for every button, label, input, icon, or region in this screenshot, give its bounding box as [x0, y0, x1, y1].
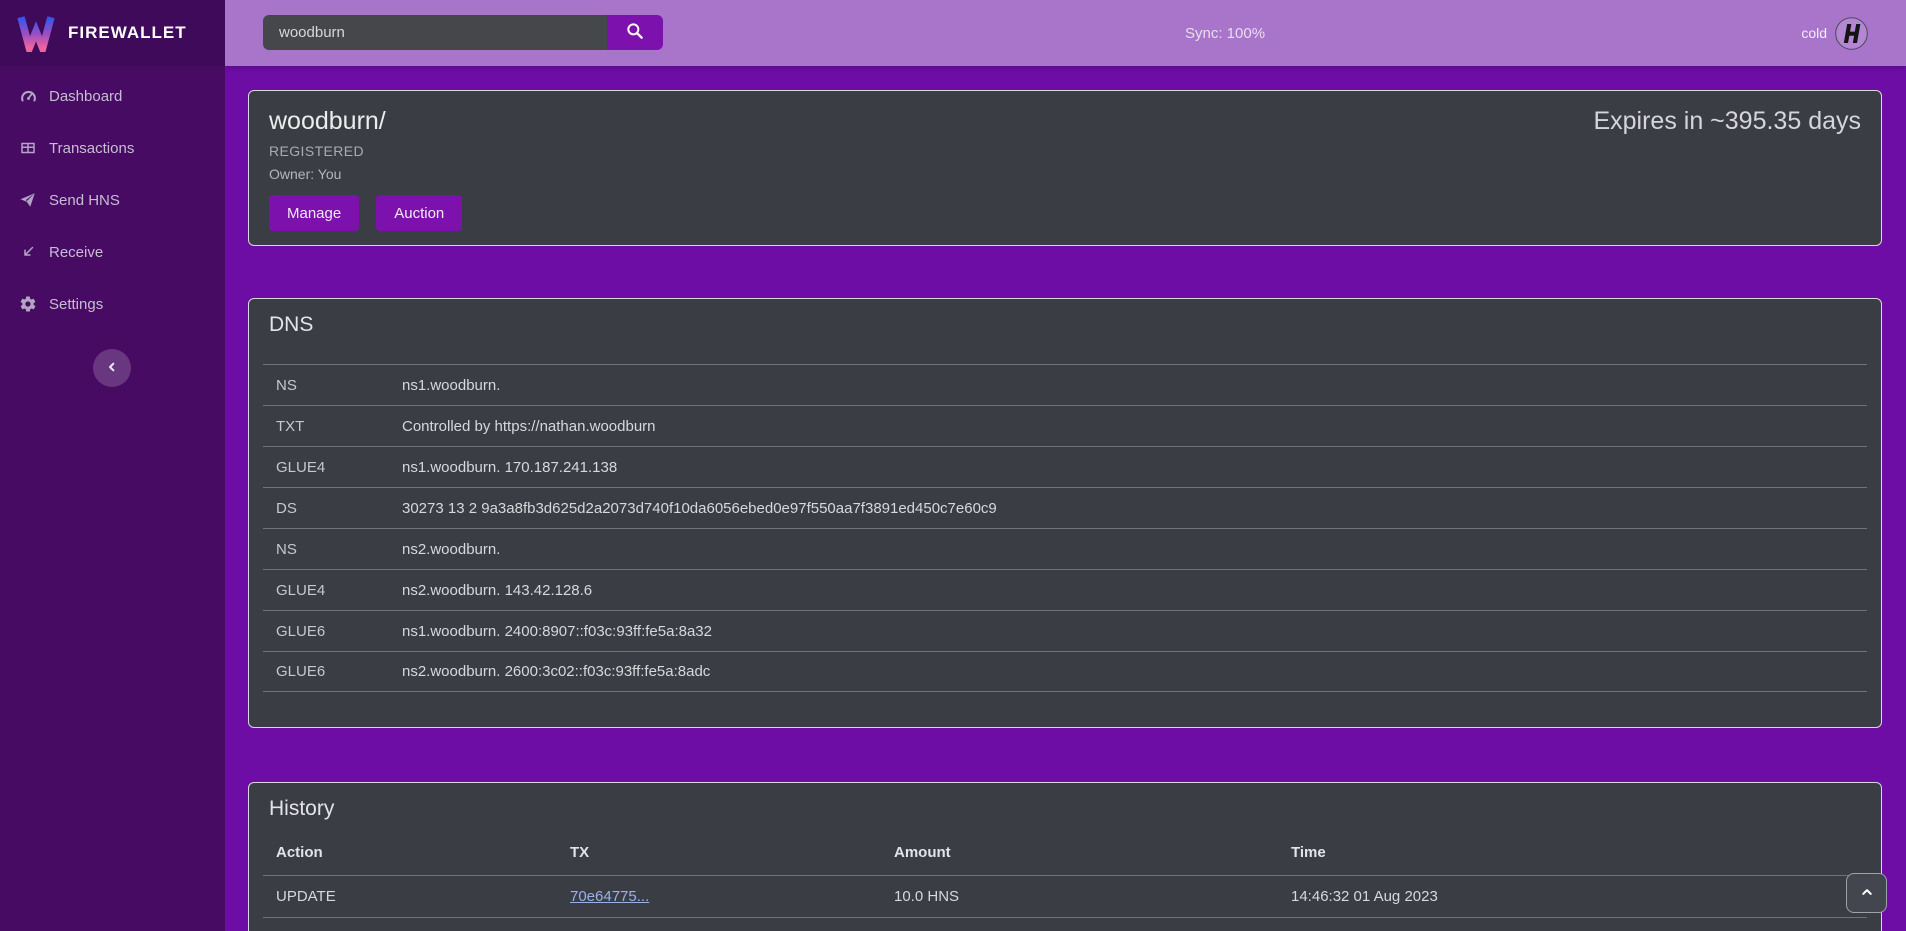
search-icon	[625, 21, 645, 44]
dns-record-value: ns1.woodburn. 170.187.241.138	[402, 459, 617, 476]
dns-record-row: GLUE6 ns2.woodburn. 2600:3c02::f03c:93ff…	[263, 651, 1867, 692]
history-row: RENEW d7b4f6c2... 10.0 HNS 15:47:36 07 J…	[263, 917, 1867, 931]
dns-record-row: GLUE6 ns1.woodburn. 2400:8907::f03c:93ff…	[263, 610, 1867, 651]
dns-record-value: ns2.woodburn. 143.42.128.6	[402, 582, 592, 599]
scroll-to-top-button[interactable]	[1846, 873, 1887, 913]
search-button[interactable]	[607, 15, 663, 50]
domain-owner: Owner: You	[269, 166, 1861, 182]
column-header-amount: Amount	[894, 844, 1291, 861]
sidebar-item-transactions[interactable]: Transactions	[0, 122, 225, 174]
dns-record-row: GLUE4 ns2.woodburn. 143.42.128.6	[263, 569, 1867, 610]
column-header-tx: TX	[570, 844, 894, 861]
sidebar-item-dashboard[interactable]: Dashboard	[0, 70, 225, 122]
dns-table: NS ns1.woodburn. TXT Controlled by https…	[263, 364, 1867, 692]
history-card: History Action TX Amount Time UPDATE 70e…	[248, 782, 1882, 931]
dns-card: DNS NS ns1.woodburn. TXT Controlled by h…	[248, 298, 1882, 728]
dns-record-type: GLUE4	[263, 459, 402, 476]
history-time: 14:46:32 01 Aug 2023	[1291, 888, 1867, 905]
domain-actions: Manage Auction	[269, 195, 1861, 231]
dns-record-value: ns2.woodburn. 2600:3c02::f03c:93ff:fe5a:…	[402, 663, 710, 680]
search-input[interactable]	[263, 15, 607, 50]
column-header-action: Action	[263, 844, 570, 861]
manage-button[interactable]: Manage	[269, 195, 359, 231]
chevron-left-icon	[104, 359, 120, 378]
sidebar-item-label: Settings	[49, 296, 103, 313]
dns-record-value: ns1.woodburn.	[402, 377, 500, 394]
chevron-up-icon	[1858, 883, 1876, 904]
sidebar: FIREWALLET Dashboard	[0, 0, 225, 931]
receive-arrow-icon	[18, 242, 38, 262]
history-table-header: Action TX Amount Time	[263, 829, 1867, 875]
transactions-table-icon	[18, 138, 38, 158]
sidebar-item-label: Dashboard	[49, 88, 122, 105]
dns-record-value: ns1.woodburn. 2400:8907::f03c:93ff:fe5a:…	[402, 623, 712, 640]
dns-record-row: NS ns1.woodburn.	[263, 364, 1867, 405]
dns-record-row: TXT Controlled by https://nathan.woodbur…	[263, 405, 1867, 446]
domain-card: woodburn/ Expires in ~395.35 days REGIST…	[248, 90, 1882, 246]
dns-record-type: GLUE6	[263, 663, 402, 680]
dns-record-type: GLUE6	[263, 623, 402, 640]
handshake-logo-icon	[1835, 17, 1868, 50]
dns-record-type: GLUE4	[263, 582, 402, 599]
sidebar-item-label: Send HNS	[49, 192, 120, 209]
brand-name: FIREWALLET	[68, 23, 187, 43]
auction-button[interactable]: Auction	[376, 195, 462, 231]
dns-record-type: TXT	[263, 418, 402, 435]
brand[interactable]: FIREWALLET	[0, 0, 225, 66]
history-table: Action TX Amount Time UPDATE 70e64775...…	[263, 829, 1867, 931]
dns-record-type: DS	[263, 500, 402, 517]
dns-record-row: NS ns2.woodburn.	[263, 528, 1867, 569]
sidebar-item-send-hns[interactable]: Send HNS	[0, 174, 225, 226]
tx-link[interactable]: 70e64775...	[570, 888, 649, 905]
sidebar-item-label: Transactions	[49, 140, 134, 157]
sidebar-item-receive[interactable]: Receive	[0, 226, 225, 278]
wallet-name: cold	[1801, 25, 1827, 41]
dashboard-gauge-icon	[18, 86, 38, 106]
sidebar-item-settings[interactable]: Settings	[0, 278, 225, 330]
search-box	[263, 15, 663, 50]
app-window: FIREWALLET Dashboard	[0, 0, 1906, 931]
dns-record-type: NS	[263, 541, 402, 558]
history-amount: 10.0 HNS	[894, 888, 1291, 905]
domain-status: REGISTERED	[269, 143, 1861, 159]
dns-record-row: GLUE4 ns1.woodburn. 170.187.241.138	[263, 446, 1867, 487]
sidebar-item-label: Receive	[49, 244, 103, 261]
dns-section-title: DNS	[249, 299, 1881, 337]
sync-status: Sync: 100%	[1185, 0, 1265, 66]
column-header-time: Time	[1291, 844, 1867, 861]
sidebar-collapse-button[interactable]	[93, 349, 131, 387]
dns-record-type: NS	[263, 377, 402, 394]
sidebar-nav: Dashboard Transactions Send HNS	[0, 70, 225, 330]
history-section-title: History	[249, 783, 1881, 821]
dns-record-value: ns2.woodburn.	[402, 541, 500, 558]
domain-expiry: Expires in ~395.35 days	[1593, 107, 1861, 136]
dns-record-value: 30273 13 2 9a3a8fb3d625d2a2073d740f10da6…	[402, 500, 997, 517]
send-paper-plane-icon	[18, 190, 38, 210]
settings-gear-icon	[18, 294, 38, 314]
topbar: Sync: 100% cold	[225, 0, 1906, 66]
wallet-selector[interactable]: cold	[1801, 0, 1868, 66]
history-row: UPDATE 70e64775... 10.0 HNS 14:46:32 01 …	[263, 875, 1867, 917]
history-action: UPDATE	[263, 888, 570, 905]
dns-record-value: Controlled by https://nathan.woodburn	[402, 418, 656, 435]
dns-record-row: DS 30273 13 2 9a3a8fb3d625d2a2073d740f10…	[263, 487, 1867, 528]
firewallet-logo-icon	[16, 14, 56, 52]
